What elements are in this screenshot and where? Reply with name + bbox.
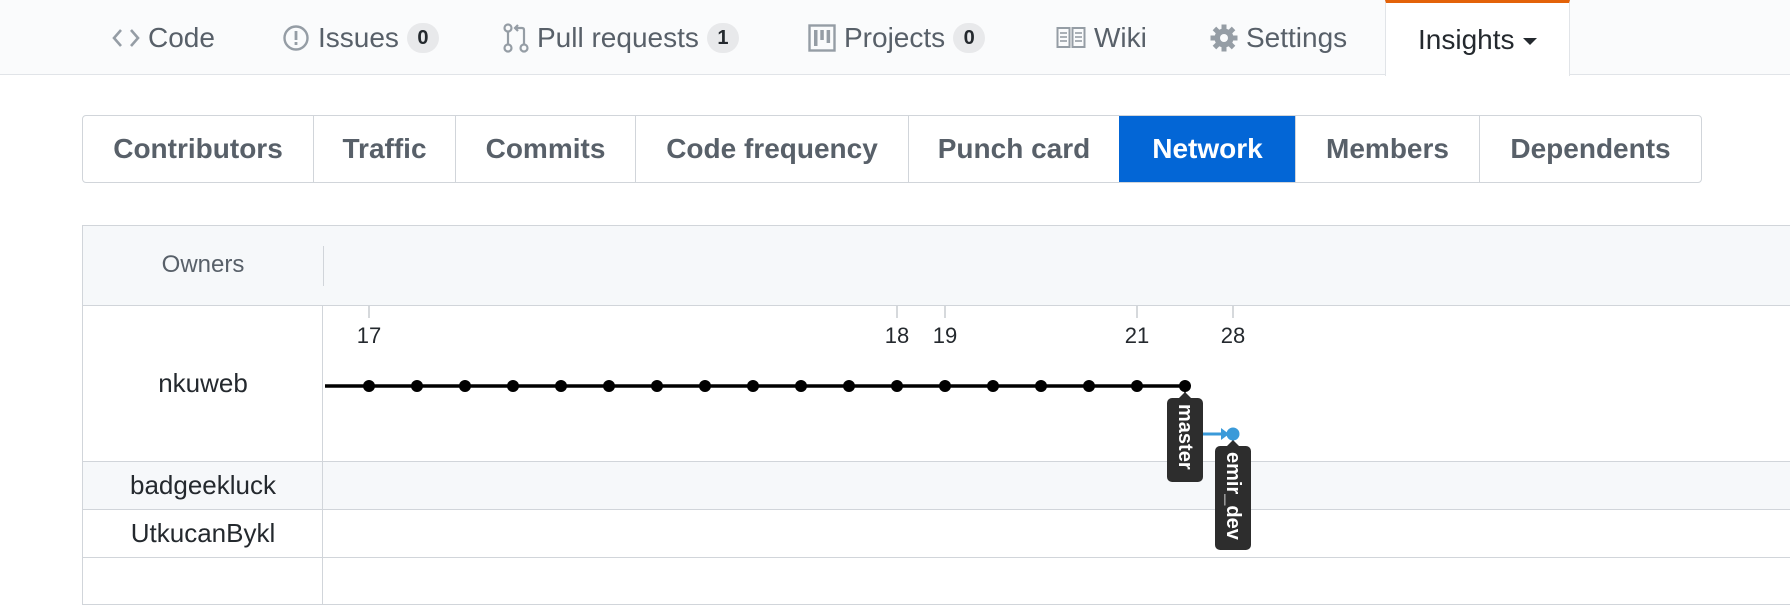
commit-dot[interactable] [363, 380, 375, 392]
subnav-traffic[interactable]: Traffic [313, 116, 455, 182]
tab-issues[interactable]: Issues 0 [282, 0, 439, 75]
book-icon [1056, 26, 1086, 50]
tab-settings[interactable]: Settings [1210, 0, 1347, 75]
repo-nav: Code Issues 0 Pull requests 1 Projects 0… [0, 0, 1790, 76]
insights-subnav: Contributors Traffic Commits Code freque… [82, 115, 1702, 183]
commit-dot[interactable] [891, 380, 903, 392]
branch-label-emir-dev[interactable]: emir_dev [1215, 434, 1251, 550]
code-icon [112, 27, 140, 49]
commit-dot[interactable] [1131, 380, 1143, 392]
subnav-punch-card[interactable]: Punch card [908, 116, 1119, 182]
commit-dot[interactable] [843, 380, 855, 392]
subnav-dependents[interactable]: Dependents [1479, 116, 1701, 182]
date-axis: 17 18 19 21 28 [357, 306, 1245, 348]
tab-settings-label: Settings [1246, 21, 1348, 53]
subnav-code-frequency[interactable]: Code frequency [635, 116, 908, 182]
commit-dot[interactable] [987, 380, 999, 392]
tab-code[interactable]: Code [112, 0, 215, 75]
subnav-contributors[interactable]: Contributors [83, 116, 313, 182]
git-pull-request-icon [503, 22, 529, 53]
commit-dot[interactable] [507, 380, 519, 392]
tab-wiki[interactable]: Wiki [1056, 0, 1147, 75]
gear-icon [1210, 24, 1238, 52]
date-label: 19 [933, 323, 957, 348]
date-label: 17 [357, 323, 381, 348]
master-label-arrow [1179, 392, 1191, 398]
tab-issues-label: Issues [318, 21, 399, 53]
date-label: 21 [1125, 323, 1149, 348]
commit-dot[interactable] [459, 380, 471, 392]
commit-dot[interactable] [411, 380, 423, 392]
tab-projects-label: Projects [844, 21, 946, 53]
commit-dot[interactable] [795, 380, 807, 392]
commit-dot[interactable] [555, 380, 567, 392]
tab-insights-label: Insights [1418, 23, 1515, 55]
commit-dot[interactable] [1083, 380, 1095, 392]
subnav-members[interactable]: Members [1295, 116, 1479, 182]
network-canvas[interactable]: 17 18 19 21 28 master emir_dev [83, 226, 1790, 605]
projects-counter: 0 [953, 22, 986, 53]
pull-requests-counter: 1 [706, 22, 739, 53]
emir-dev-label-arrow [1227, 440, 1239, 446]
project-icon [808, 23, 836, 52]
commit-dot[interactable] [1035, 380, 1047, 392]
branch-label-master[interactable]: master [1167, 386, 1203, 482]
caret-down-icon [1522, 37, 1537, 45]
issue-opened-icon [282, 24, 310, 52]
issues-counter: 0 [406, 22, 439, 53]
tab-pull-requests[interactable]: Pull requests 1 [503, 0, 739, 75]
tab-wiki-label: Wiki [1094, 21, 1147, 53]
master-label-text: master [1174, 404, 1196, 470]
emir-dev-label-text: emir_dev [1222, 452, 1244, 541]
commit-dot[interactable] [651, 380, 663, 392]
commit-dot[interactable] [603, 380, 615, 392]
commit-dot[interactable] [699, 380, 711, 392]
subnav-commits[interactable]: Commits [455, 116, 635, 182]
commit-dot[interactable] [747, 380, 759, 392]
tab-code-label: Code [148, 21, 215, 53]
date-label: 18 [885, 323, 909, 348]
fork-connection [1203, 428, 1229, 440]
date-label: 28 [1221, 323, 1245, 348]
tab-insights[interactable]: Insights [1385, 0, 1570, 76]
network-graph: Owners nkuweb badgeekluck UtkucanBykl 17… [82, 225, 1790, 605]
commit-dot[interactable] [939, 380, 951, 392]
tab-projects[interactable]: Projects 0 [808, 0, 986, 75]
tab-pull-requests-label: Pull requests [537, 21, 699, 53]
subnav-network[interactable]: Network [1119, 116, 1295, 182]
